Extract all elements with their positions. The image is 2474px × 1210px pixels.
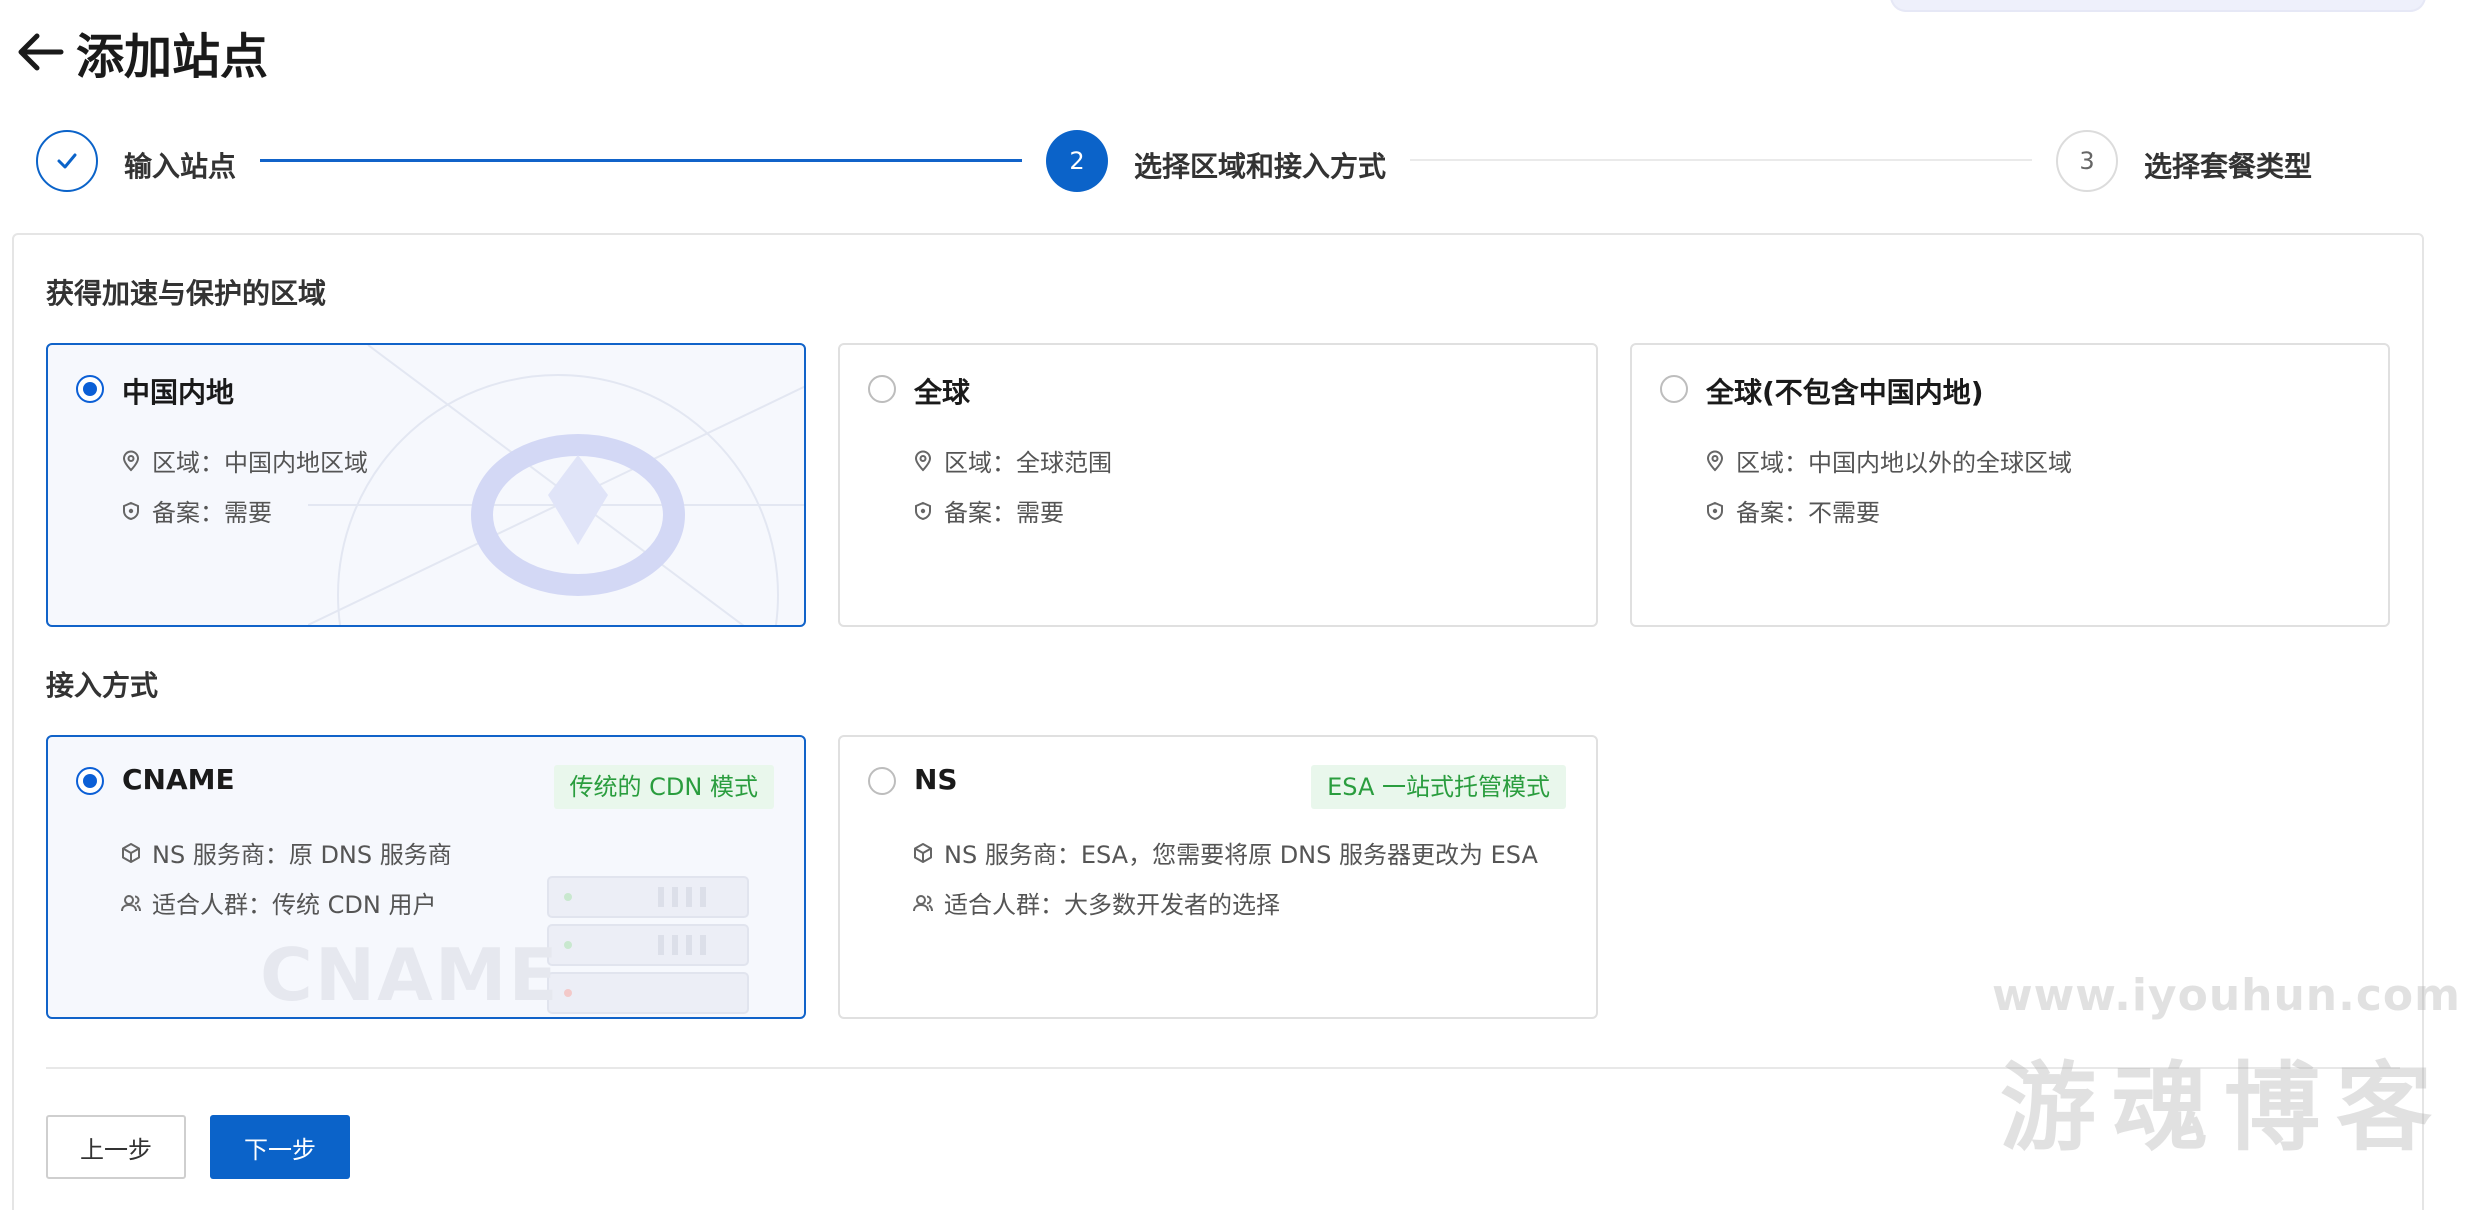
access-audience-line: 适合人群：传统 CDN 用户: [120, 885, 436, 920]
region-area-text: 区域：中国内地区域: [152, 449, 368, 477]
page-title: 添加站点: [76, 29, 269, 85]
access-mode-tag: ESA 一站式托管模式: [1311, 765, 1566, 809]
region-card-global-excl-mainland[interactable]: 全球(不包含中国内地) 区域：中国内地以外的全球区域 备案：不需要: [1630, 343, 2390, 627]
step-line-2: [1410, 159, 2032, 161]
location-pin-icon: [1704, 450, 1726, 472]
radio-global[interactable]: [868, 375, 896, 403]
region-record-text: 备案：不需要: [1736, 499, 1880, 527]
access-name: CNAME: [122, 763, 235, 796]
shield-icon: [120, 500, 142, 522]
step-1-circle: [36, 130, 98, 192]
access-provider-text: NS 服务商：原 DNS 服务商: [152, 841, 452, 869]
region-area-text: 区域：全球范围: [944, 449, 1112, 477]
access-provider-line: NS 服务商：原 DNS 服务商: [120, 835, 452, 870]
step-2-label: 选择区域和接入方式: [1134, 150, 1387, 183]
region-record-line: 备案：不需要: [1704, 493, 1880, 528]
access-mode-tag: 传统的 CDN 模式: [553, 765, 774, 809]
check-icon: [57, 153, 77, 169]
prev-step-button[interactable]: 上一步: [46, 1115, 186, 1179]
users-icon: [912, 892, 934, 914]
arrow-left-icon: [18, 33, 64, 71]
step-3-circle: 3: [2056, 130, 2118, 192]
radio-global-excl-mainland[interactable]: [1660, 375, 1688, 403]
access-name: NS: [914, 763, 958, 796]
access-audience-text: 适合人群：大多数开发者的选择: [944, 891, 1280, 919]
globe-decoration: [308, 345, 804, 625]
step-2-circle: 2: [1046, 130, 1108, 192]
access-section-title: 接入方式: [46, 669, 159, 702]
region-record-text: 备案：需要: [152, 499, 272, 527]
region-area-line: 区域：中国内地以外的全球区域: [1704, 443, 2072, 478]
shield-icon: [912, 500, 934, 522]
region-area-text: 区域：中国内地以外的全球区域: [1736, 449, 2072, 477]
region-card-mainland[interactable]: 中国内地 区域：中国内地区域 备案：需要: [46, 343, 806, 627]
region-name: 全球: [914, 376, 971, 409]
watermark-url: www.iyouhun.com: [1992, 970, 2462, 1021]
region-section-title: 获得加速与保护的区域: [46, 277, 327, 310]
region-area-line: 区域：全球范围: [912, 443, 1112, 478]
region-record-line: 备案：需要: [912, 493, 1064, 528]
step-1-label: 输入站点: [124, 150, 237, 183]
access-provider-text: NS 服务商：ESA，您需要将原 DNS 服务器更改为 ESA: [944, 841, 1538, 869]
location-pin-icon: [120, 450, 142, 472]
watermark-name: 游魂博客: [2000, 1052, 2448, 1164]
next-step-button[interactable]: 下一步: [210, 1115, 350, 1179]
region-name: 中国内地: [122, 376, 235, 409]
region-record-text: 备案：需要: [944, 499, 1064, 527]
access-card-ns[interactable]: NS ESA 一站式托管模式 NS 服务商：ESA，您需要将原 DNS 服务器更…: [838, 735, 1598, 1019]
region-record-line: 备案：需要: [120, 493, 272, 528]
radio-cname[interactable]: [76, 767, 104, 795]
cube-icon: [912, 842, 934, 864]
step-3-label: 选择套餐类型: [2144, 150, 2313, 183]
top-search-pill[interactable]: [1890, 0, 2426, 12]
access-audience-line: 适合人群：大多数开发者的选择: [912, 885, 1280, 920]
access-card-cname[interactable]: CNAME CNAME 传统的 CDN 模式 NS 服务商：原 DNS 服务商 …: [46, 735, 806, 1019]
server-rack-decoration: [547, 876, 749, 1014]
page-header: 添加站点: [12, 22, 268, 85]
shield-icon: [1704, 500, 1726, 522]
region-card-global[interactable]: 全球 区域：全球范围 备案：需要: [838, 343, 1598, 627]
region-name: 全球(不包含中国内地): [1706, 376, 1984, 409]
access-audience-text: 适合人群：传统 CDN 用户: [152, 891, 437, 919]
radio-ns[interactable]: [868, 767, 896, 795]
users-icon: [120, 892, 142, 914]
page: 添加站点 输入站点 2 选择区域和接入方式 3 选择套餐类型 获得加速与保护的区…: [0, 0, 2474, 1210]
step-line-1: [260, 159, 1022, 162]
cube-icon: [120, 842, 142, 864]
cname-watermark-text: CNAME: [260, 933, 560, 1017]
access-provider-line: NS 服务商：ESA，您需要将原 DNS 服务器更改为 ESA: [912, 835, 1538, 870]
radio-mainland[interactable]: [76, 375, 104, 403]
location-pin-icon: [912, 450, 934, 472]
region-area-line: 区域：中国内地区域: [120, 443, 368, 478]
back-button[interactable]: [12, 24, 68, 80]
